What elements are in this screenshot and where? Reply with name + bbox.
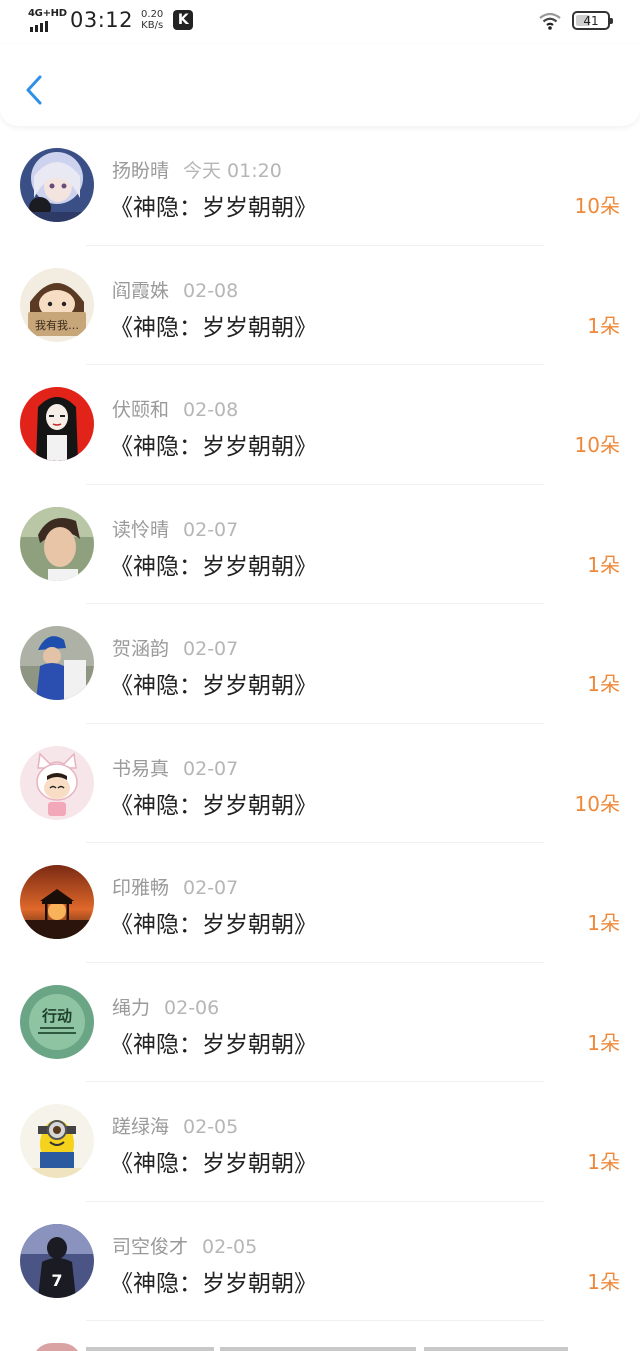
flower-count: 10朵 xyxy=(574,791,620,816)
sender-info: 绳力 02-06 xyxy=(112,993,219,1020)
list-item[interactable]: 行动 绳力 02-06 《神隐：岁岁朝朝》 1朵 xyxy=(0,962,640,1082)
status-time: 03:12 xyxy=(70,8,134,32)
list-item[interactable]: 蹉绿海 02-05 《神隐：岁岁朝朝》 1朵 xyxy=(0,1082,640,1202)
flower-count: 1朵 xyxy=(587,1030,620,1055)
sender-name: 扬盼晴 xyxy=(112,160,170,182)
gift-record-list: 扬盼晴 今天 01:20 《神隐：岁岁朝朝》 10朵 我有我… 阎霞姝 02-08 … xyxy=(0,126,640,1321)
avatar[interactable] xyxy=(20,506,94,581)
sender-name: 书易真 xyxy=(112,757,170,780)
flower-count: 1朵 xyxy=(587,672,620,696)
network-speed: 0.20 KB/s xyxy=(141,9,164,31)
book-title: 《神隐：岁岁朝朝》 xyxy=(110,1270,317,1297)
sender-info: 蹉绿海 02-05 xyxy=(112,1112,238,1139)
sender-name: 蹉绿海 xyxy=(112,1116,170,1138)
sender-name: 绳力 xyxy=(112,996,151,1019)
list-item[interactable]: 印雅畅 02-07 《神隐：岁岁朝朝》 1朵 xyxy=(0,843,640,963)
sender-name: 读怜晴 xyxy=(112,518,170,541)
list-item[interactable]: 贺涵韵 02-07 《神隐：岁岁朝朝》 1朵 xyxy=(0,604,640,724)
sender-info: 读怜晴 02-07 xyxy=(112,515,238,542)
book-title: 《神隐：岁岁朝朝》 xyxy=(110,314,317,341)
loading-placeholder xyxy=(86,1347,214,1351)
sender-name: 阎霞姝 xyxy=(112,279,170,302)
send-date: 今天 01:20 xyxy=(183,160,282,182)
send-date: 02-05 xyxy=(202,1235,258,1258)
flower-count: 1朵 xyxy=(587,552,620,577)
sender-info: 司空俊才 02-05 xyxy=(112,1232,257,1259)
status-bar: 4G+HD 03:12 0.20 KB/s K 41 xyxy=(0,0,640,44)
wifi-icon xyxy=(539,12,561,30)
book-title: 《神隐：岁岁朝朝》 xyxy=(110,1031,317,1058)
book-title: 《神隐：岁岁朝朝》 xyxy=(110,912,317,938)
send-date: 02-08 xyxy=(183,399,239,421)
list-item[interactable]: 书易真 02-07 《神隐：岁岁朝朝》 10朵 xyxy=(0,723,640,843)
sender-info: 扬盼晴 今天 01:20 xyxy=(112,156,282,183)
avatar[interactable] xyxy=(20,148,94,222)
flower-count: 10朵 xyxy=(574,194,620,218)
sender-name: 印雅畅 xyxy=(112,877,170,899)
avatar[interactable] xyxy=(20,387,94,461)
sender-info: 伏颐和 02-08 xyxy=(112,395,238,422)
svg-text:行动: 行动 xyxy=(41,1007,72,1025)
send-date: 02-07 xyxy=(183,638,239,660)
sender-info: 阎霞姝 02-08 xyxy=(112,276,238,303)
sender-info: 印雅畅 02-07 xyxy=(112,873,238,900)
list-item-partial[interactable] xyxy=(0,1321,640,1351)
send-date: 02-07 xyxy=(183,877,239,899)
flower-count: 1朵 xyxy=(587,1269,620,1294)
avatar[interactable] xyxy=(20,1104,94,1178)
svg-text:7: 7 xyxy=(51,1271,62,1290)
sender-name: 贺涵韵 xyxy=(112,638,170,660)
send-date: 02-07 xyxy=(183,757,239,780)
flower-count: 1朵 xyxy=(587,313,620,338)
battery-icon: 41 xyxy=(572,11,613,30)
send-date: 02-05 xyxy=(183,1116,239,1138)
avatar xyxy=(32,1343,82,1351)
status-left: 4G+HD 03:12 0.20 KB/s K xyxy=(28,8,194,32)
network-type: 4G+HD xyxy=(28,8,67,19)
avatar[interactable]: 7 xyxy=(20,1223,94,1298)
avatar[interactable]: 我有我… xyxy=(20,267,94,342)
avatar[interactable] xyxy=(20,865,94,939)
sender-info: 书易真 02-07 xyxy=(112,754,238,781)
sender-name: 伏颐和 xyxy=(112,399,170,421)
loading-placeholder xyxy=(220,1347,416,1351)
avatar[interactable] xyxy=(20,745,94,820)
send-date: 02-07 xyxy=(183,518,239,541)
flower-count: 10朵 xyxy=(574,433,620,457)
battery-level: 41 xyxy=(583,13,599,28)
list-item[interactable]: 7 司空俊才 02-05 《神隐：岁岁朝朝》 1朵 xyxy=(0,1201,640,1321)
send-date: 02-08 xyxy=(183,279,239,302)
flower-count: 1朵 xyxy=(587,911,620,935)
book-title: 《神隐：岁岁朝朝》 xyxy=(110,792,317,819)
nav-bar xyxy=(0,44,640,126)
app-badge-icon: K xyxy=(173,10,194,30)
back-button[interactable] xyxy=(18,70,50,110)
loading-placeholder xyxy=(424,1347,568,1351)
send-date: 02-06 xyxy=(164,996,220,1019)
avatar[interactable]: 行动 xyxy=(20,984,94,1059)
status-right: 41 xyxy=(538,11,613,30)
book-title: 《神隐：岁岁朝朝》 xyxy=(110,195,317,221)
book-title: 《神隐：岁岁朝朝》 xyxy=(110,553,317,580)
list-item[interactable]: 我有我… 阎霞姝 02-08 《神隐：岁岁朝朝》 1朵 xyxy=(0,245,640,365)
svg-text:我有我…: 我有我… xyxy=(35,318,79,332)
sender-name: 司空俊才 xyxy=(112,1235,189,1258)
sender-info: 贺涵韵 02-07 xyxy=(112,634,238,661)
list-item[interactable]: 扬盼晴 今天 01:20 《神隐：岁岁朝朝》 10朵 xyxy=(0,126,640,246)
chevron-left-icon xyxy=(26,75,42,105)
list-item[interactable]: 读怜晴 02-07 《神隐：岁岁朝朝》 1朵 xyxy=(0,484,640,604)
signal-icon: 4G+HD xyxy=(28,8,67,32)
list-item[interactable]: 伏颐和 02-08 《神隐：岁岁朝朝》 10朵 xyxy=(0,365,640,485)
book-title: 《神隐：岁岁朝朝》 xyxy=(110,1151,317,1177)
book-title: 《神隐：岁岁朝朝》 xyxy=(110,434,317,460)
book-title: 《神隐：岁岁朝朝》 xyxy=(110,673,317,699)
avatar[interactable] xyxy=(20,626,94,700)
flower-count: 1朵 xyxy=(587,1150,620,1174)
